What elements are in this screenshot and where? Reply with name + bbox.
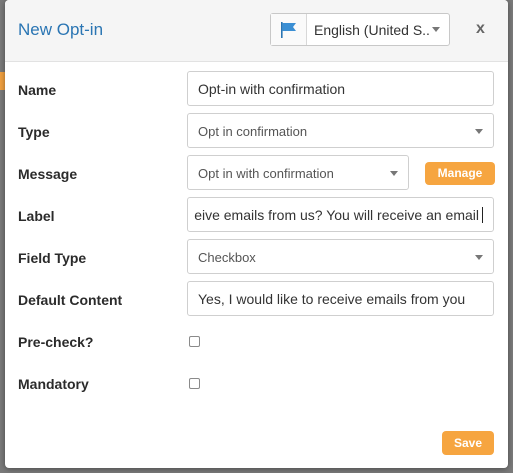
field-type-select[interactable]: Checkbox (187, 239, 494, 274)
dialog-header: New Opt-in English (United S... x (5, 0, 508, 62)
label-input-content: eive emails from us? You will receive an… (194, 207, 483, 223)
new-opt-in-dialog: New Opt-in English (United S... x Name O… (5, 0, 508, 468)
dialog-title: New Opt-in (18, 20, 104, 39)
name-input[interactable]: Opt-in with confirmation (187, 71, 494, 106)
type-select-value: Opt in confirmation (198, 124, 308, 139)
save-button[interactable]: Save (442, 431, 494, 455)
type-label: Type (18, 124, 50, 140)
type-select[interactable]: Opt in confirmation (187, 113, 494, 148)
default-content-label: Default Content (18, 292, 123, 308)
language-select[interactable]: English (United S... (270, 13, 450, 46)
precheck-checkbox[interactable] (189, 336, 200, 347)
message-select-value: Opt in with confirmation (198, 166, 334, 181)
name-input-value: Opt-in with confirmation (198, 81, 346, 97)
default-content-input[interactable]: Yes, I would like to receive emails from… (187, 281, 494, 316)
name-label: Name (18, 82, 57, 98)
field-type-label: Field Type (18, 250, 87, 266)
label-input-value: eive emails from us? You will receive an… (194, 207, 479, 223)
mandatory-checkbox[interactable] (189, 378, 200, 389)
chevron-down-icon (390, 171, 398, 176)
label-input[interactable]: eive emails from us? You will receive an… (187, 197, 494, 232)
flag-icon (271, 14, 307, 45)
chevron-down-icon (432, 27, 440, 32)
default-content-value: Yes, I would like to receive emails from… (198, 291, 466, 307)
mandatory-label: Mandatory (18, 376, 89, 392)
field-type-select-value: Checkbox (198, 250, 256, 265)
message-select[interactable]: Opt in with confirmation (187, 155, 409, 190)
label-label: Label (18, 208, 55, 224)
message-label: Message (18, 166, 78, 182)
close-button[interactable]: x (476, 20, 485, 38)
manage-button[interactable]: Manage (425, 162, 495, 185)
text-cursor (482, 207, 483, 223)
chevron-down-icon (475, 255, 483, 260)
precheck-label: Pre-check? (18, 334, 94, 350)
chevron-down-icon (475, 129, 483, 134)
language-select-value: English (United S... (314, 22, 429, 38)
